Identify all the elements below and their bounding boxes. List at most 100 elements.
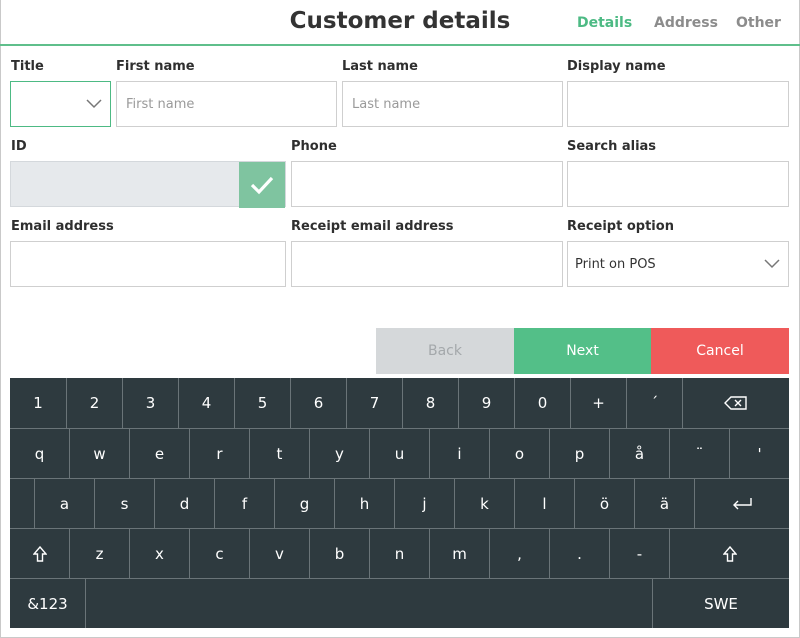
key[interactable]: m	[429, 528, 489, 578]
backspace-icon	[724, 396, 747, 410]
language-key[interactable]: SWE	[652, 578, 789, 628]
first-name-input[interactable]	[117, 82, 336, 126]
enter-icon	[733, 497, 752, 509]
key[interactable]: g	[274, 478, 334, 528]
key[interactable]: 4	[178, 378, 234, 428]
next-button[interactable]: Next	[514, 328, 651, 374]
header: Customer details Details Address Other	[0, 0, 800, 46]
display-name-label: Display name	[567, 59, 666, 74]
key[interactable]: '	[729, 428, 789, 478]
phone-input[interactable]	[292, 162, 562, 206]
key[interactable]: v	[249, 528, 309, 578]
phone-field[interactable]	[291, 161, 563, 207]
key[interactable]: 8	[402, 378, 458, 428]
key[interactable]: y	[309, 428, 369, 478]
keyboard-row-zxcv: z x c v b n m , . -	[10, 528, 789, 578]
chevron-down-icon	[86, 99, 102, 109]
first-name-label: First name	[116, 59, 195, 74]
key[interactable]: b	[309, 528, 369, 578]
on-screen-keyboard: 1 2 3 4 5 6 7 8 9 0 + ´ q w e r t y u i …	[10, 378, 789, 628]
key[interactable]: w	[69, 428, 129, 478]
key[interactable]: 6	[290, 378, 346, 428]
key[interactable]: ö	[574, 478, 634, 528]
search-alias-input[interactable]	[568, 162, 788, 206]
receipt-email-label: Receipt email address	[291, 219, 454, 234]
key[interactable]: u	[369, 428, 429, 478]
key[interactable]: j	[394, 478, 454, 528]
display-name-field[interactable]	[567, 81, 789, 127]
key[interactable]: -	[609, 528, 669, 578]
title-select[interactable]	[10, 81, 111, 127]
back-button[interactable]: Back	[376, 328, 514, 374]
receipt-email-field[interactable]	[291, 241, 563, 287]
email-field[interactable]	[10, 241, 286, 287]
checkmark-icon	[250, 176, 274, 195]
search-alias-field[interactable]	[567, 161, 789, 207]
tab-details[interactable]: Details	[577, 15, 632, 31]
display-name-input[interactable]	[568, 82, 788, 126]
last-name-input[interactable]	[343, 82, 562, 126]
key[interactable]: h	[334, 478, 394, 528]
key[interactable]: c	[189, 528, 249, 578]
key[interactable]: 3	[122, 378, 178, 428]
key[interactable]: 7	[346, 378, 402, 428]
key[interactable]: ,	[489, 528, 549, 578]
keyboard-row-numbers: 1 2 3 4 5 6 7 8 9 0 + ´	[10, 378, 789, 428]
id-field	[10, 161, 286, 208]
chevron-down-icon	[764, 259, 780, 269]
receipt-email-input[interactable]	[292, 242, 562, 286]
key[interactable]: 2	[66, 378, 122, 428]
search-alias-label: Search alias	[567, 139, 657, 154]
id-check-button[interactable]	[239, 162, 285, 208]
shift-key-right[interactable]	[669, 528, 789, 578]
key[interactable]: 0	[514, 378, 570, 428]
tab-address[interactable]: Address	[654, 15, 718, 31]
space-key[interactable]	[85, 578, 652, 628]
first-name-field[interactable]	[116, 81, 337, 127]
phone-label: Phone	[291, 139, 337, 154]
key[interactable]: i	[429, 428, 489, 478]
enter-key[interactable]	[694, 478, 789, 528]
key[interactable]: x	[129, 528, 189, 578]
email-label: Email address	[11, 219, 114, 234]
key[interactable]: 5	[234, 378, 290, 428]
key[interactable]: q	[10, 428, 69, 478]
key[interactable]: d	[154, 478, 214, 528]
keyboard-row-qwerty: q w e r t y u i o p å ¨ '	[10, 428, 789, 478]
shift-icon	[32, 545, 47, 562]
key[interactable]: r	[189, 428, 249, 478]
key[interactable]: t	[249, 428, 309, 478]
key[interactable]: s	[94, 478, 154, 528]
shift-key[interactable]	[10, 528, 69, 578]
key[interactable]: .	[549, 528, 609, 578]
key[interactable]: z	[69, 528, 129, 578]
key[interactable]: f	[214, 478, 274, 528]
key[interactable]: e	[129, 428, 189, 478]
key[interactable]: p	[549, 428, 609, 478]
last-name-field[interactable]	[342, 81, 563, 127]
key[interactable]: 9	[458, 378, 514, 428]
symbols-key[interactable]: &123	[10, 578, 85, 628]
shift-icon	[722, 545, 737, 562]
key[interactable]: ¨	[669, 428, 729, 478]
backspace-key[interactable]	[682, 378, 789, 428]
email-input[interactable]	[11, 242, 285, 286]
keyboard-row-bottom: &123 SWE	[10, 578, 789, 628]
key[interactable]: a	[34, 478, 94, 528]
key[interactable]: ä	[634, 478, 694, 528]
cancel-button[interactable]: Cancel	[651, 328, 789, 374]
key[interactable]: +	[570, 378, 626, 428]
key[interactable]: o	[489, 428, 549, 478]
receipt-option-select[interactable]: Print on POS	[567, 241, 789, 287]
receipt-option-label: Receipt option	[567, 219, 674, 234]
id-label: ID	[11, 139, 27, 154]
key[interactable]: å	[609, 428, 669, 478]
receipt-option-value: Print on POS	[575, 256, 656, 272]
title-label: Title	[11, 59, 44, 74]
tab-other[interactable]: Other	[736, 15, 781, 31]
key[interactable]: n	[369, 528, 429, 578]
key[interactable]: l	[514, 478, 574, 528]
key[interactable]: k	[454, 478, 514, 528]
key[interactable]: ´	[626, 378, 682, 428]
key[interactable]: 1	[10, 378, 66, 428]
